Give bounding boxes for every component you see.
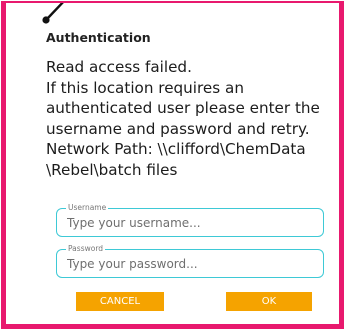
- cancel-button[interactable]: CANCEL: [76, 292, 164, 311]
- error-message: Read access failed. If this location req…: [46, 57, 346, 181]
- message-line: \Rebel\batch files: [46, 160, 178, 179]
- username-input[interactable]: [67, 214, 312, 232]
- password-field[interactable]: Password: [56, 244, 324, 278]
- password-input[interactable]: [67, 255, 312, 273]
- password-label: Password: [66, 244, 106, 253]
- message-line: Network Path: \\clifford\ChemData: [46, 140, 306, 159]
- message-line: Read access failed.: [46, 58, 192, 76]
- ok-button[interactable]: OK: [226, 292, 312, 311]
- message-line: authenticated user please enter the: [46, 99, 320, 118]
- dialog-title: Authentication: [46, 30, 151, 45]
- message-line: If this location requires an: [46, 78, 244, 97]
- message-line: username and password and retry.: [46, 119, 310, 138]
- username-label: Username: [66, 203, 109, 212]
- username-field[interactable]: Username: [56, 203, 324, 237]
- authentication-dialog: Authentication Read access failed. If th…: [1, 1, 344, 329]
